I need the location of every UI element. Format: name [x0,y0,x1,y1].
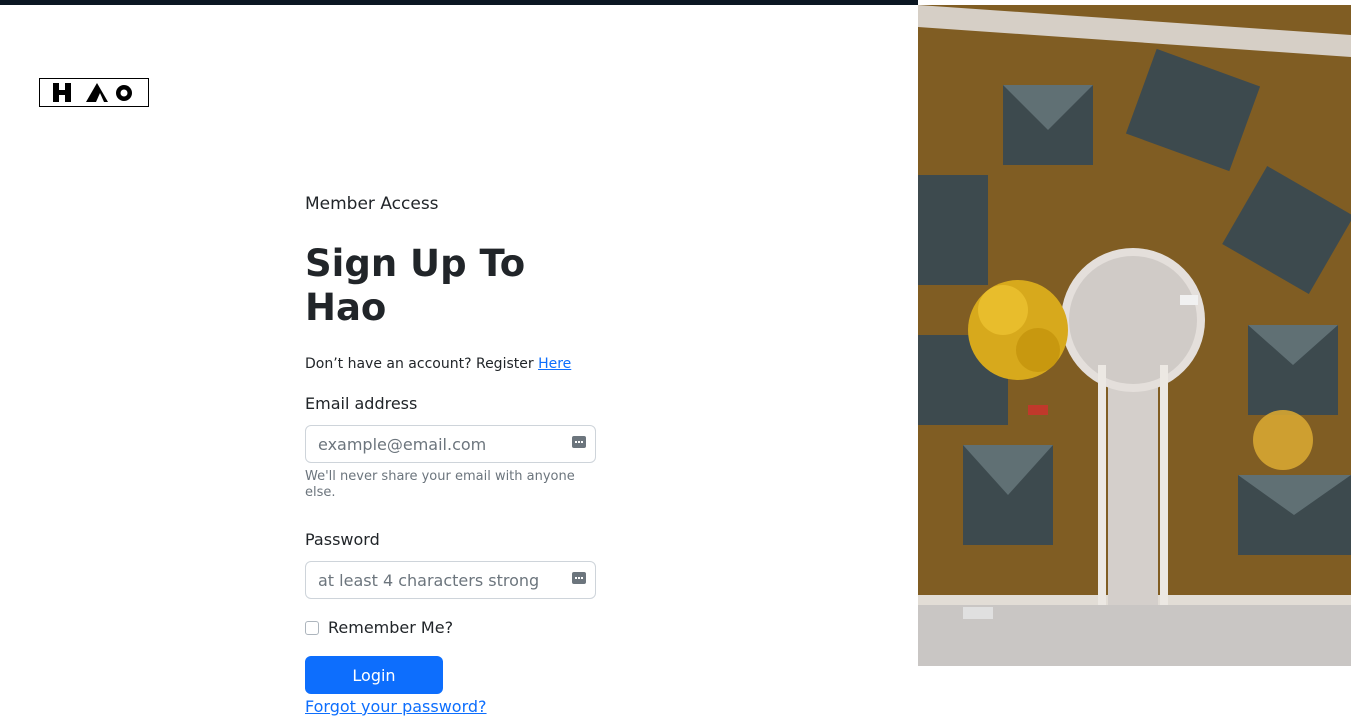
password-field-wrap [305,561,596,599]
aerial-photo-illustration [918,5,1351,666]
hao-logo[interactable] [39,78,149,107]
email-field[interactable] [305,425,596,463]
login-button[interactable]: Login [305,656,443,694]
hao-logo-mark [53,83,132,102]
register-prompt: Don’t have an account? Register Here [305,355,597,373]
password-field[interactable] [305,561,596,599]
page-title: Sign Up To Hao [305,242,526,329]
password-manager-key-icon[interactable] [572,572,586,584]
email-field-wrap [305,425,596,463]
register-prompt-text: Don’t have an account? Register [305,356,534,372]
remember-me-checkbox[interactable] [305,621,319,635]
register-link[interactable]: Here [538,356,571,372]
password-label: Password [305,530,380,549]
member-access-eyebrow: Member Access [305,194,439,214]
login-form: Member Access Sign Up To Hao Don’t have … [305,194,597,717]
email-help-text: We'll never share your email with anyone… [305,469,575,500]
remember-me-row: Remember Me? [305,618,597,638]
aerial-neighborhood-photo [918,5,1351,666]
password-manager-key-icon[interactable] [572,436,586,448]
forgot-password-link[interactable]: Forgot your password? [305,697,487,717]
remember-me-label[interactable]: Remember Me? [328,618,453,638]
email-label: Email address [305,394,418,413]
top-strip [0,0,918,5]
